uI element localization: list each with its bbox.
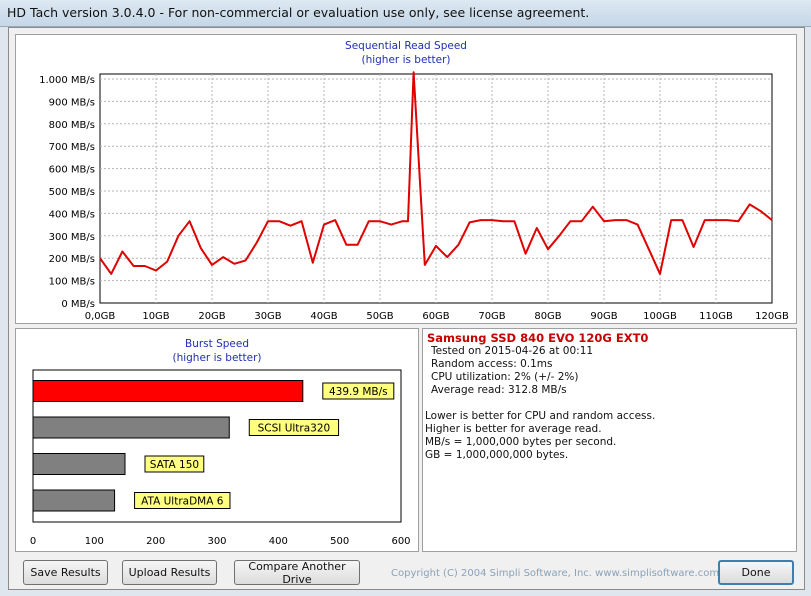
random-access: Random access: 0.1ms bbox=[431, 358, 553, 370]
note-gb: GB = 1,000,000,000 bytes. bbox=[425, 449, 569, 461]
note-read: Higher is better for average read. bbox=[425, 423, 602, 435]
copyright-text: Copyright (C) 2004 Simpli Software, Inc.… bbox=[391, 568, 720, 579]
note-cpu: Lower is better for CPU and random acces… bbox=[425, 410, 656, 422]
done-button[interactable]: Done bbox=[718, 560, 794, 585]
sequential-chart-title: Sequential Read Speed bbox=[345, 40, 467, 52]
upload-results-button[interactable]: Upload Results bbox=[122, 560, 217, 585]
app-window: HD Tach version 3.0.4.0 - For non-commer… bbox=[0, 0, 811, 596]
window-title: HD Tach version 3.0.4.0 - For non-commer… bbox=[7, 5, 590, 20]
sequential-chart-panel bbox=[15, 34, 797, 324]
average-read: Average read: 312.8 MB/s bbox=[431, 384, 567, 396]
burst-chart-title: Burst Speed bbox=[184, 338, 249, 350]
title-bar[interactable]: HD Tach version 3.0.4.0 - For non-commer… bbox=[0, 0, 811, 27]
test-date: Tested on 2015-04-26 at 00:11 bbox=[431, 345, 594, 357]
drive-name: Samsung SSD 840 EVO 120G EXT0 bbox=[427, 331, 649, 345]
burst-chart-subtitle: (higher is better) bbox=[172, 352, 262, 364]
compare-drive-button[interactable]: Compare Another Drive bbox=[234, 560, 360, 586]
save-results-button[interactable]: Save Results bbox=[23, 560, 108, 585]
cpu-utilization: CPU utilization: 2% (+/- 2%) bbox=[431, 371, 579, 383]
note-mbs: MB/s = 1,000,000 bytes per second. bbox=[425, 436, 617, 448]
sequential-chart-subtitle: (higher is better) bbox=[361, 54, 451, 66]
